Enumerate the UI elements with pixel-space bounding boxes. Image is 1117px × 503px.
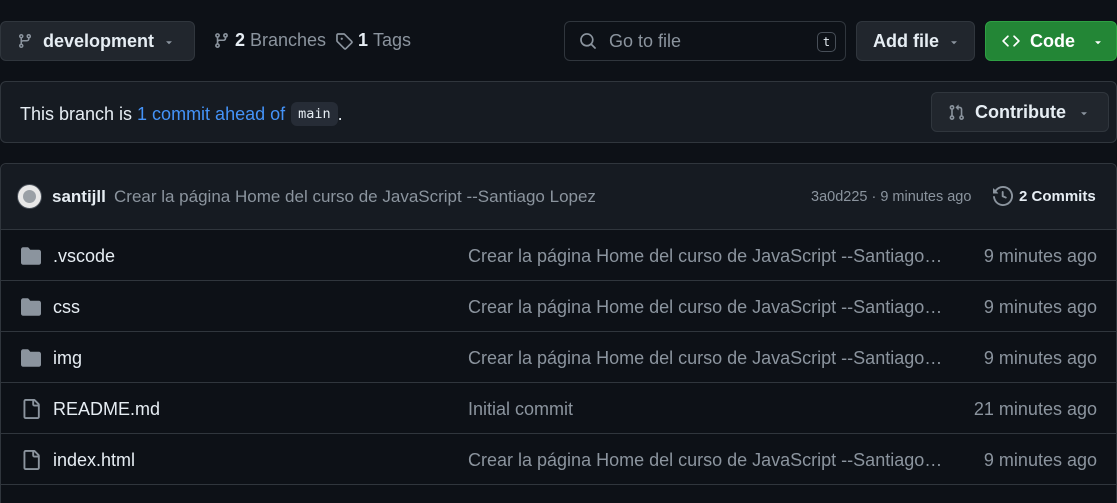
file-row[interactable]: .vscode Crear la página Home del curso de… [1,230,1116,281]
folder-icon [21,297,41,317]
latest-commit-message[interactable]: Crear la página Home del curso de JavaSc… [114,187,596,207]
folder-icon [21,246,41,266]
file-commit-time: 9 minutes ago [983,450,1097,470]
tag-icon [335,32,353,50]
file-commit-time: 21 minutes ago [973,399,1097,419]
latest-commit-bar: santijll Crear la página Home del curso … [1,164,1116,230]
file-commit-message-link[interactable]: Crear la página Home del curso de JavaSc… [468,348,943,369]
file-icon [21,450,41,470]
file-row[interactable]: README.md Initial commit 21 minutes ago [1,383,1116,434]
code-icon [1002,32,1020,50]
git-branch-icon [213,32,230,49]
branches-label: Branches [250,30,327,50]
git-branch-icon [17,33,33,49]
file-row[interactable]: img Crear la página Home del curso de Jav… [1,332,1116,383]
tags-label: Tags [373,30,412,50]
chevron-down-icon [1092,36,1104,48]
commit-sha-time[interactable]: 3a0d225 · 9 minutes ago [811,189,971,205]
add-file-button[interactable]: Add file [856,21,975,61]
commits-ahead-link[interactable]: 1 commit ahead of [137,104,285,125]
tags-count: 1 [358,30,369,50]
folder-icon [21,348,41,368]
file-name-link[interactable]: img [53,348,82,369]
branch-status-suffix: . [337,103,343,124]
contribute-label: Contribute [975,101,1066,122]
file-commit-message-link[interactable]: Crear la página Home del curso de JavaSc… [468,246,943,267]
branch-status-prefix: This branch is [20,103,133,124]
branches-link[interactable]: 2 Branches [213,30,326,51]
file-commit-message-link[interactable]: Crear la página Home del curso de JavaSc… [468,297,943,318]
branches-count: 2 [235,30,246,50]
file-commit-message-link[interactable]: Initial commit [468,399,943,420]
keyboard-shortcut-hint: t [817,32,836,52]
commits-history-link[interactable]: 2 Commits [993,186,1096,206]
commits-count-label: 2 Commits [1019,187,1096,205]
chevron-down-icon [948,36,960,48]
file-commit-message-link[interactable]: Crear la página Home del curso de JavaSc… [468,450,943,471]
branch-name: development [43,30,155,51]
file-commit-time: 9 minutes ago [983,246,1097,266]
file-name-link[interactable]: index.html [53,450,135,471]
file-name-link[interactable]: css [53,297,80,318]
tags-link[interactable]: 1 Tags [335,30,411,51]
branch-selector-button[interactable]: development [0,21,195,61]
code-label: Code [1030,30,1075,51]
branch-status-banner: This branch is 1 commit ahead of main . … [0,81,1117,143]
file-commit-time: 9 minutes ago [983,348,1097,368]
history-icon [993,186,1013,206]
search-placeholder: Go to file [609,30,682,51]
contribute-button[interactable]: Contribute [931,92,1109,132]
file-row[interactable]: index.html Crear la página Home del curso… [1,434,1116,485]
search-icon [579,32,597,50]
branch-status-text: This branch is 1 commit ahead of main . [20,102,343,126]
file-name-link[interactable]: README.md [53,399,160,420]
add-file-label: Add file [873,30,939,51]
git-pull-request-icon [948,104,965,121]
file-commit-time: 9 minutes ago [983,297,1097,317]
file-listing: santijll Crear la página Home del curso … [0,163,1117,503]
chevron-down-icon [163,36,175,48]
file-row[interactable]: css Crear la página Home del curso de Jav… [1,281,1116,332]
chevron-down-icon [1078,107,1090,119]
avatar[interactable] [17,184,42,209]
code-button[interactable]: Code [985,21,1117,61]
file-icon [21,399,41,419]
go-to-file-input[interactable]: Go to file t [564,21,846,61]
commit-author[interactable]: santijll [52,187,106,207]
base-branch-name: main [291,102,338,126]
file-name-link[interactable]: .vscode [53,246,115,267]
